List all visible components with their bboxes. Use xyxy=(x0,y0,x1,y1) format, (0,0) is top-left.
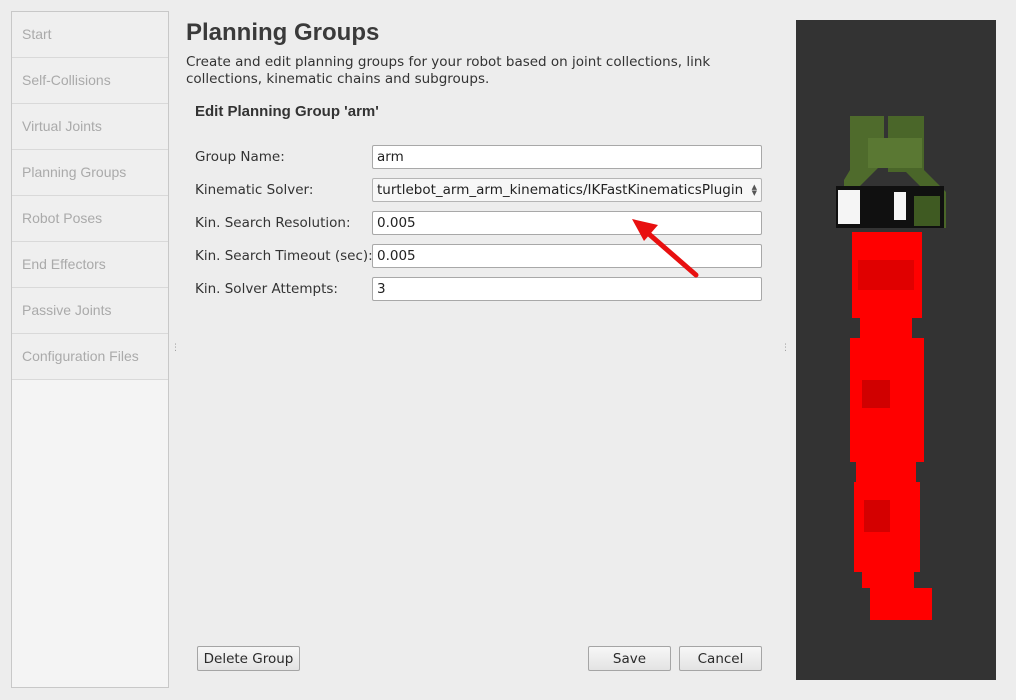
section-title: Edit Planning Group 'arm' xyxy=(195,103,379,120)
page-description: Create and edit planning groups for your… xyxy=(186,54,711,87)
sidebar-item-start[interactable]: Start xyxy=(12,12,168,58)
annotation-arrow-icon xyxy=(632,219,699,278)
search-timeout-label: Kin. Search Timeout (sec): xyxy=(195,248,373,264)
robot-3d-viewport[interactable] xyxy=(796,20,996,680)
cancel-button[interactable]: Cancel xyxy=(679,646,762,671)
sidebar-item-planning-groups[interactable]: Planning Groups xyxy=(12,150,168,196)
sidebar-item-robot-poses[interactable]: Robot Poses xyxy=(12,196,168,242)
kinematic-solver-select[interactable]: turtlebot_arm_arm_kinematics/IKFastKinem… xyxy=(372,178,762,202)
wizard-sidebar: Start Self-Collisions Virtual Joints Pla… xyxy=(11,11,169,688)
kinematic-solver-value: turtlebot_arm_arm_kinematics/IKFastKinem… xyxy=(377,182,744,198)
solver-attempts-label: Kin. Solver Attempts: xyxy=(195,281,338,297)
sidebar-item-end-effectors[interactable]: End Effectors xyxy=(12,242,168,288)
robot-model-icon xyxy=(836,116,946,620)
kinematic-solver-label: Kinematic Solver: xyxy=(195,182,314,198)
delete-group-button[interactable]: Delete Group xyxy=(197,646,300,671)
search-resolution-label: Kin. Search Resolution: xyxy=(195,215,351,231)
sidebar-item-virtual-joints[interactable]: Virtual Joints xyxy=(12,104,168,150)
group-name-label: Group Name: xyxy=(195,149,285,165)
sidebar-item-configuration-files[interactable]: Configuration Files xyxy=(12,334,168,380)
save-button[interactable]: Save xyxy=(588,646,671,671)
sidebar-item-self-collisions[interactable]: Self-Collisions xyxy=(12,58,168,104)
spin-arrows-icon: ▲ ▼ xyxy=(751,183,757,197)
group-name-input[interactable] xyxy=(372,145,762,169)
right-splitter-handle-icon[interactable]: ⋮ xyxy=(781,344,790,353)
page-title: Planning Groups xyxy=(186,19,380,46)
sidebar-item-passive-joints[interactable]: Passive Joints xyxy=(12,288,168,334)
left-splitter-handle-icon[interactable]: ⋮ xyxy=(171,344,180,353)
